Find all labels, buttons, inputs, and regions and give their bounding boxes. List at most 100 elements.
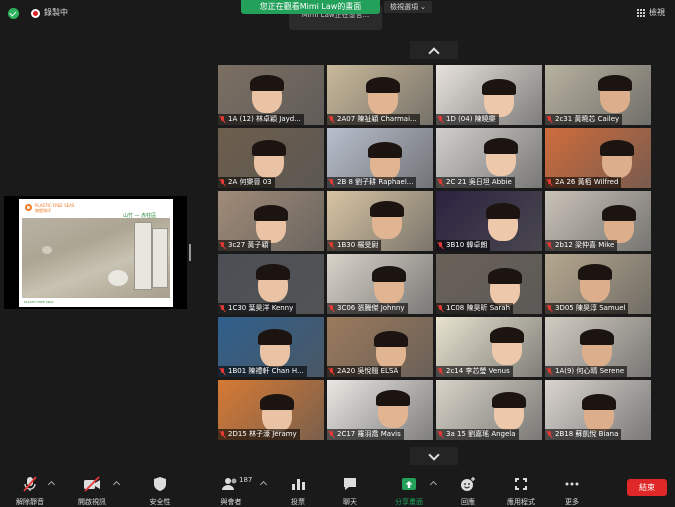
participant-hair [484, 138, 518, 154]
mic-muted-icon [329, 305, 334, 312]
participant-hair [598, 75, 632, 91]
security-shield-icon[interactable] [8, 8, 19, 19]
participant-video-tile[interactable]: 1B01 陳禮軒 Chan H... [218, 317, 324, 377]
view-options-button[interactable]: 檢視選項 ⌄ [384, 1, 432, 13]
shared-slide: PLASTIC FREE SEAS 無塑海洋 山竹 — 赤柱區 PLASTIC … [19, 199, 173, 307]
participant-video-tile[interactable]: 2A 26 黃栢 Wilfred [545, 128, 651, 188]
participant-nameplate: 2c14 李芯瑩 Venus [436, 366, 513, 377]
gallery-grid-icon[interactable] [637, 9, 645, 17]
more-dots-icon [565, 482, 579, 486]
share-screen-button[interactable]: 分享畫面 [388, 470, 430, 506]
participant-nameplate: 2D15 林子濠 Jeramy [218, 429, 300, 440]
participant-name: 1B30 楊旻尉 [337, 241, 379, 249]
chat-button[interactable]: 聊天 [332, 470, 368, 506]
mic-muted-icon [547, 305, 552, 312]
recording-label: 錄製中 [44, 8, 68, 17]
video-options-chevron-icon[interactable] [112, 480, 121, 489]
participant-nameplate: 2A07 陳祉穎 Charmai... [327, 114, 420, 125]
participant-video-tile[interactable]: 2C 21 吳日坦 Abbie [436, 128, 542, 188]
participant-video-tile[interactable]: 2c31 黃曉芯 Cailey [545, 65, 651, 125]
participant-name: 2B18 蘇凱悅 Biana [555, 430, 619, 438]
building-image [152, 228, 168, 288]
brand-name: PLASTIC FREE SEAS 無塑海洋 [35, 203, 75, 213]
reactions-button[interactable]: 回應 [452, 470, 484, 506]
view-button[interactable]: 檢視 [649, 7, 665, 18]
participant-name: 1C30 葉昊洋 Kenny [228, 304, 294, 312]
participant-nameplate: 2A 何樂晉 03 [218, 177, 275, 188]
scroll-up-button[interactable] [410, 41, 458, 59]
participant-video-tile[interactable]: 3c27 黃子穎 [218, 191, 324, 251]
mic-muted-icon [220, 368, 225, 375]
participant-video-tile[interactable]: 1D (04) 陳曉樂 [436, 65, 542, 125]
shared-screen: PLASTIC FREE SEAS 無塑海洋 山竹 — 赤柱區 PLASTIC … [4, 196, 187, 309]
participants-options-chevron-icon[interactable] [259, 480, 268, 489]
meeting-toolbar: 解除靜音 開啟視訊 安全性 與會者 187 投票 聊天 分享畫面 回應 應用程式… [0, 470, 675, 506]
participant-name: 2B 8 劉子耕 Raphael... [337, 178, 414, 186]
apps-icon [515, 478, 527, 490]
mic-muted-icon [329, 368, 334, 375]
participant-name: 2b12 梁仲喜 Mike [555, 241, 615, 249]
mic-muted-icon [220, 305, 225, 312]
participant-hair [260, 394, 294, 410]
participant-video-tile[interactable]: 3C06 張騰傑 Johnny [327, 254, 433, 314]
participant-video-tile[interactable]: 2A07 陳祉穎 Charmai... [327, 65, 433, 125]
participant-name: 2c14 李芯瑩 Venus [446, 367, 510, 375]
end-meeting-button[interactable]: 結束 [627, 479, 667, 496]
debris-image [42, 246, 52, 254]
participant-count: 187 [239, 476, 253, 484]
participant-video-tile[interactable]: 2b12 梁仲喜 Mike [545, 191, 651, 251]
participant-video-tile[interactable]: 1B30 楊旻尉 [327, 191, 433, 251]
participant-name: 1A (12) 林卓穎 Jayd... [228, 115, 301, 123]
slide-photo [22, 218, 170, 298]
tree-image [108, 270, 128, 286]
participant-video-tile[interactable]: 3D05 陳昊淳 Samuel [545, 254, 651, 314]
apps-button[interactable]: 應用程式 [500, 470, 542, 506]
participant-name: 1B01 陳禮軒 Chan H... [228, 367, 304, 375]
participant-hair [250, 75, 284, 91]
participant-name: 3a 15 劉嘉瑤 Angela [446, 430, 516, 438]
security-button[interactable]: 安全性 [140, 470, 180, 506]
chat-icon [344, 478, 356, 490]
more-button[interactable]: 更多 [556, 470, 588, 506]
participant-video-tile[interactable]: 2B18 蘇凱悅 Biana [545, 380, 651, 440]
polls-button[interactable]: 投票 [280, 470, 316, 506]
participant-video-tile[interactable]: 2A 何樂晉 03 [218, 128, 324, 188]
participant-hair [254, 205, 288, 221]
participant-name: 3C06 張騰傑 Johnny [337, 304, 405, 312]
participant-hair [490, 327, 524, 343]
participant-video-tile[interactable]: 2c14 李芯瑩 Venus [436, 317, 542, 377]
participant-video-tile[interactable]: 3a 15 劉嘉瑤 Angela [436, 380, 542, 440]
mic-muted-icon [329, 431, 334, 438]
participant-hair [376, 390, 410, 406]
scroll-down-button[interactable] [410, 447, 458, 465]
unmute-button[interactable]: 解除靜音 [10, 470, 50, 506]
participant-video-tile[interactable]: 2D15 林子濠 Jeramy [218, 380, 324, 440]
smiley-icon [461, 477, 475, 491]
mic-muted-icon [220, 431, 225, 438]
participant-name: 2A20 吳悅翹 ELSA [337, 367, 399, 375]
participant-name: 2C17 羅羽喬 Mavis [337, 430, 401, 438]
participant-nameplate: 2b12 梁仲喜 Mike [545, 240, 618, 251]
participant-video-tile[interactable]: 2C17 羅羽喬 Mavis [327, 380, 433, 440]
participant-video-tile[interactable]: 1A(9) 何心晴 Serene [545, 317, 651, 377]
participant-video-tile[interactable]: 1A (12) 林卓穎 Jayd... [218, 65, 324, 125]
participant-hair [256, 264, 290, 280]
participant-nameplate: 3c27 黃子穎 [218, 240, 272, 251]
chevron-down-icon [428, 449, 440, 461]
participant-name: 3B10 韓卓朗 [446, 241, 488, 249]
split-view-handle[interactable] [189, 244, 191, 261]
participant-video-tile[interactable]: 2B 8 劉子耕 Raphael... [327, 128, 433, 188]
start-video-button[interactable]: 開啟視訊 [70, 470, 114, 506]
participant-video-tile[interactable]: 1C08 陳昊昕 Sarah [436, 254, 542, 314]
participant-hair [580, 329, 614, 345]
participant-video-tile[interactable]: 1C30 葉昊洋 Kenny [218, 254, 324, 314]
share-options-chevron-icon[interactable] [429, 480, 438, 489]
participant-video-tile[interactable]: 2A20 吳悅翹 ELSA [327, 317, 433, 377]
shield-icon [154, 477, 166, 491]
building-image [134, 222, 152, 290]
participant-nameplate: 1B30 楊旻尉 [327, 240, 382, 251]
participant-hair [370, 201, 404, 217]
participant-nameplate: 1A (12) 林卓穎 Jayd... [218, 114, 304, 125]
participant-video-tile[interactable]: 3B10 韓卓朗 [436, 191, 542, 251]
mic-muted-icon [220, 242, 225, 249]
